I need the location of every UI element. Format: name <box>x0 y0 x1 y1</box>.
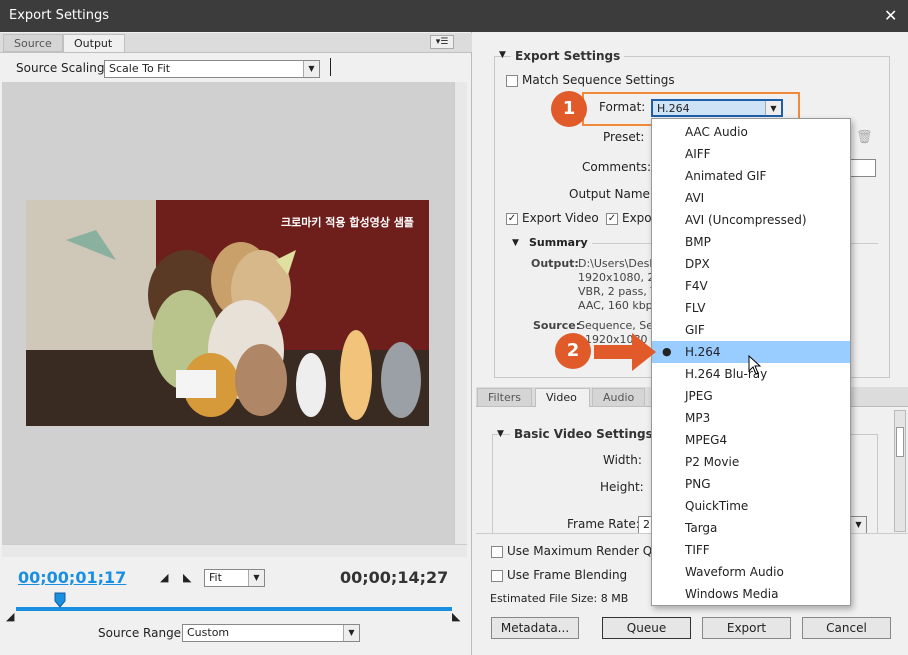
title-bar: Export Settings ✕ <box>0 0 908 32</box>
source-range-select[interactable]: Custom ▼ <box>182 624 360 642</box>
preview-vertical-scrollbar[interactable] <box>454 82 467 544</box>
source-range-value: Custom <box>187 626 230 639</box>
playhead-icon[interactable] <box>54 592 66 608</box>
format-option[interactable]: GIF <box>652 319 850 341</box>
format-option[interactable]: MPEG4 <box>652 429 850 451</box>
export-button[interactable]: Export <box>702 617 791 639</box>
output-summary-line: 1920x1080, 29 <box>578 271 662 284</box>
format-option[interactable]: DPX <box>652 253 850 275</box>
set-out-point-icon[interactable]: ◣ <box>183 571 191 584</box>
zoom-fit-select[interactable]: Fit ▼ <box>204 569 265 587</box>
video-overlay-text: 크로마키 적용 합성영상 샘플 <box>281 216 414 229</box>
step-1-badge: 1 <box>551 91 587 127</box>
collapse-triangle-icon[interactable]: ▼ <box>499 50 506 60</box>
panel-menu-icon[interactable]: ▾☰ <box>430 35 454 49</box>
text-cursor <box>330 58 331 76</box>
step-2-badge: 2 <box>555 333 591 369</box>
frame-blending-checkbox[interactable] <box>491 570 503 582</box>
format-option[interactable]: P2 Movie <box>652 451 850 473</box>
format-option[interactable]: AVI <box>652 187 850 209</box>
current-timecode[interactable]: 00;00;01;17 <box>18 568 126 587</box>
source-scaling-label: Source Scaling: <box>16 61 109 75</box>
collapse-triangle-icon[interactable]: ▼ <box>497 429 504 439</box>
format-option[interactable]: Waveform Audio <box>652 561 850 583</box>
format-option[interactable]: FLV <box>652 297 850 319</box>
preview-horizontal-scrollbar[interactable] <box>2 544 467 557</box>
delete-preset-icon[interactable]: 🗑 <box>856 130 873 145</box>
tab-output[interactable]: Output <box>63 34 125 52</box>
frame-blending-label: Use Frame Blending <box>507 568 628 582</box>
queue-button[interactable]: Queue <box>602 617 691 639</box>
output-name-label: Output Name: <box>569 187 654 201</box>
chevron-down-icon: ▼ <box>303 61 319 77</box>
collapse-triangle-icon[interactable]: ▼ <box>512 238 519 248</box>
output-summary-line: D:\Users\Desk <box>578 257 656 270</box>
match-sequence-label: Match Sequence Settings <box>522 73 675 87</box>
output-summary-label: Output: <box>531 257 579 270</box>
source-scaling-value: Scale To Fit <box>109 62 171 75</box>
settings-scrollbar[interactable] <box>894 410 906 532</box>
format-option[interactable]: Animated GIF <box>652 165 850 187</box>
window-title: Export Settings <box>9 8 110 23</box>
tab-audio[interactable]: Audio <box>592 388 646 407</box>
video-preview-frame: 크로마키 적용 합성영상 샘플 <box>26 200 429 426</box>
chevron-down-icon: ▼ <box>850 517 866 533</box>
frame-rate-value: 2 <box>643 518 650 531</box>
format-option[interactable]: JPEG <box>652 385 850 407</box>
format-option-label: H.264 <box>685 345 721 359</box>
chevron-down-icon: ▼ <box>343 625 359 641</box>
frame-rate-label: Frame Rate: <box>567 517 640 531</box>
export-video-label: Export Video <box>522 211 599 225</box>
source-range-label: Source Range: <box>98 626 186 640</box>
arrow-right-icon <box>594 333 656 371</box>
match-sequence-checkbox[interactable] <box>506 75 518 87</box>
export-video-checkbox[interactable]: ✓ <box>506 213 518 225</box>
comments-label: Comments: <box>582 160 652 174</box>
basic-video-title: Basic Video Settings <box>510 427 657 441</box>
in-marker-icon[interactable]: ◢ <box>6 610 14 623</box>
zoom-fit-value: Fit <box>209 571 222 584</box>
format-option[interactable]: AVI (Uncompressed) <box>652 209 850 231</box>
close-icon[interactable]: ✕ <box>884 6 897 25</box>
selected-bullet-icon: ● <box>662 345 672 358</box>
format-option[interactable]: AIFF <box>652 143 850 165</box>
preset-label: Preset: <box>603 130 645 144</box>
format-option[interactable]: Windows Media <box>652 583 850 605</box>
cancel-button[interactable]: Cancel <box>802 617 891 639</box>
metadata-button[interactable]: Metadata... <box>491 617 579 639</box>
tab-filters[interactable]: Filters <box>477 388 532 407</box>
format-option[interactable]: Targa <box>652 517 850 539</box>
output-summary-line: VBR, 2 pass, T <box>578 285 658 298</box>
summary-title: Summary <box>529 236 588 249</box>
estimated-file-size: Estimated File Size: 8 MB <box>490 592 629 605</box>
chevron-down-icon: ▼ <box>248 570 264 586</box>
width-label: Width: <box>603 453 642 467</box>
tab-source[interactable]: Source <box>3 34 63 52</box>
out-marker-icon[interactable]: ◣ <box>452 610 460 623</box>
format-option[interactable]: F4V <box>652 275 850 297</box>
format-option[interactable]: TIFF <box>652 539 850 561</box>
scrollbar-thumb[interactable] <box>896 427 904 457</box>
format-option[interactable]: AAC Audio <box>652 121 850 143</box>
source-scaling-select[interactable]: Scale To Fit ▼ <box>104 60 320 78</box>
format-option[interactable]: BMP <box>652 231 850 253</box>
total-timecode: 00;00;14;27 <box>340 568 449 587</box>
format-option[interactable]: MP3 <box>652 407 850 429</box>
format-option[interactable]: QuickTime <box>652 495 850 517</box>
export-audio-checkbox[interactable]: ✓ <box>606 213 618 225</box>
output-summary-line: AAC, 160 kbps <box>578 299 659 312</box>
mouse-pointer-icon <box>748 355 762 375</box>
max-render-quality-checkbox[interactable] <box>491 546 503 558</box>
video-frame-image <box>26 200 429 426</box>
set-in-point-icon[interactable]: ◢ <box>160 571 168 584</box>
height-label: Height: <box>600 480 644 494</box>
source-summary-label: Source: <box>533 319 581 332</box>
timeline-range-bar[interactable] <box>16 607 452 611</box>
tab-video[interactable]: Video <box>535 388 590 407</box>
export-settings-title: Export Settings <box>511 49 625 63</box>
format-option[interactable]: PNG <box>652 473 850 495</box>
